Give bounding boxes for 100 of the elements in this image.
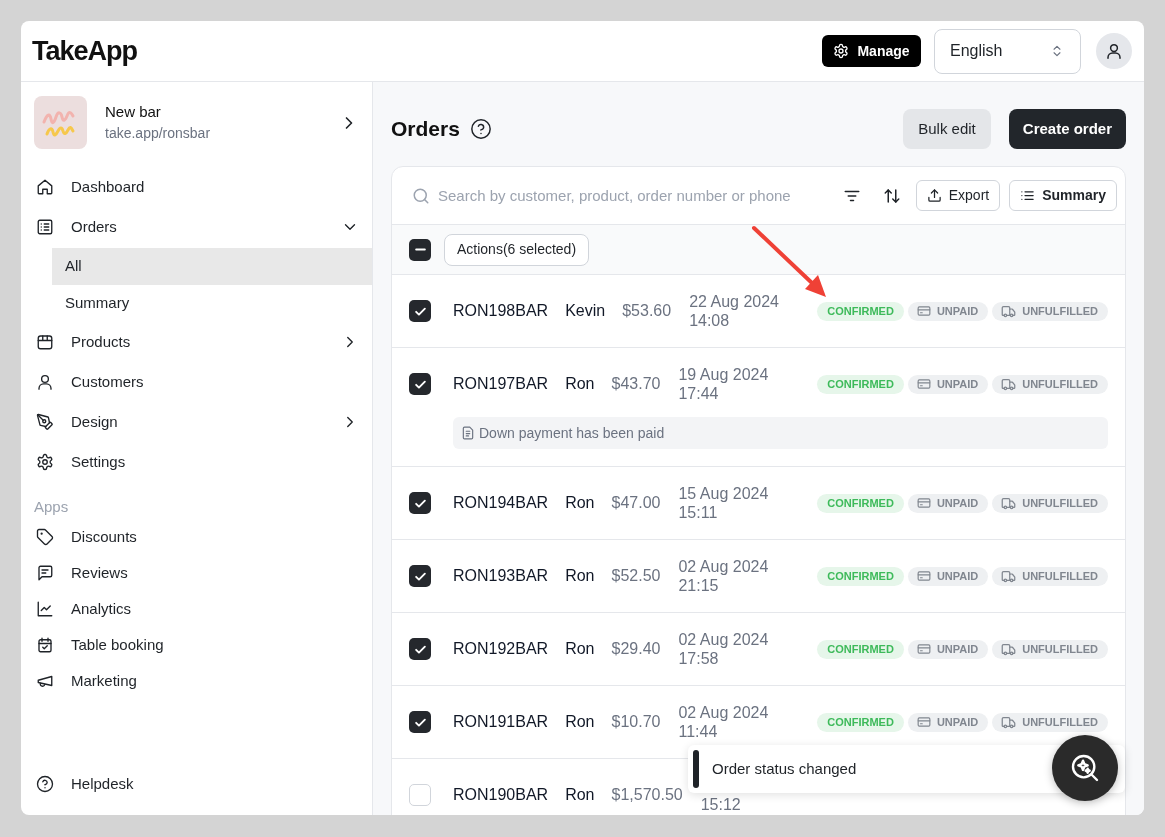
truck-icon — [1001, 303, 1017, 319]
nav-item[interactable]: Discounts — [21, 519, 372, 555]
order-date: 02 Aug 2024 21:15 — [678, 557, 769, 595]
order-status-badge: CONFIRMED — [817, 493, 904, 513]
payment-status-label: UNPAID — [936, 495, 979, 511]
order-number: RON198BAR — [453, 301, 549, 321]
customer-name: Ron — [565, 493, 595, 513]
order-number: RON190BAR — [453, 785, 549, 805]
customer-name: Ron — [565, 712, 595, 732]
nav-item[interactable]: Marketing — [21, 663, 372, 699]
fulfillment-status-label: UNFULFILLED — [1022, 714, 1098, 730]
primary-button[interactable]: Create order — [1008, 109, 1126, 149]
order-total: $52.50 — [611, 566, 661, 586]
order-status-badge: CONFIRMED — [817, 301, 904, 321]
payment-status-label: UNPAID — [936, 376, 979, 392]
order-status-badge: CONFIRMED — [817, 374, 904, 394]
payment-status-label: UNPAID — [936, 714, 979, 730]
toolbar-button[interactable]: Export — [915, 180, 1001, 211]
checkbox[interactable] — [409, 638, 431, 660]
pen-icon — [36, 413, 54, 431]
section-heading: Apps — [33, 497, 70, 517]
nav-item[interactable]: Dashboard — [21, 167, 372, 207]
checkbox[interactable] — [409, 300, 431, 322]
order-date: 15 Aug 2024 15:11 — [678, 484, 769, 522]
help-icon — [36, 775, 54, 793]
checkbox[interactable] — [409, 492, 431, 514]
checkbox[interactable] — [409, 784, 431, 806]
nav-item[interactable]: Products — [21, 322, 372, 362]
order-note-text: Down payment has been paid — [479, 423, 665, 443]
search-field[interactable]: Search by customer, product, order number or phone — [438, 180, 833, 211]
help-icon[interactable] — [469, 118, 492, 140]
credit-card-icon — [916, 642, 931, 656]
settings-icon — [833, 43, 850, 59]
nav-item[interactable]: Reviews — [21, 555, 372, 591]
order-number: RON191BAR — [453, 712, 549, 732]
document-icon — [461, 426, 475, 440]
checkbox[interactable] — [409, 565, 431, 587]
select-all-checkbox[interactable] — [409, 238, 431, 261]
fulfillment-status-label: UNFULFILLED — [1022, 495, 1098, 511]
payment-status-label: UNPAID — [936, 568, 979, 584]
nav-item[interactable]: Table booking — [21, 627, 372, 663]
store-name: New bar — [105, 102, 162, 122]
actions-button[interactable]: Actions(6 selected) — [444, 233, 590, 266]
checkbox[interactable] — [409, 373, 431, 395]
toast-message: Order status changed — [712, 758, 857, 779]
fulfillment-status-label: UNFULFILLED — [1022, 303, 1098, 319]
line-chart-icon — [36, 600, 54, 618]
order-total: $53.60 — [622, 301, 672, 321]
credit-card-icon — [916, 496, 931, 510]
truck-icon — [1001, 495, 1017, 511]
order-number: RON193BAR — [453, 566, 549, 586]
nav-item[interactable]: Settings — [21, 442, 372, 482]
payment-status-label: UNPAID — [936, 303, 979, 319]
order-total: $43.70 — [611, 374, 661, 394]
chat-icon — [36, 564, 54, 582]
customer-name: Ron — [565, 639, 595, 659]
credit-card-icon — [916, 569, 931, 583]
truck-icon — [1001, 568, 1017, 584]
manage-button[interactable]: Manage — [822, 35, 921, 67]
upload-icon — [926, 188, 942, 203]
app-logo: TakeApp — [32, 34, 138, 68]
truck-icon — [1001, 714, 1017, 730]
credit-card-icon — [916, 304, 931, 318]
store-logo-icon — [34, 96, 87, 149]
nav-subitem[interactable]: Summary — [52, 285, 372, 322]
settings-icon — [36, 453, 54, 471]
toolbar-button[interactable]: Summary — [1009, 180, 1117, 211]
calendar-icon — [36, 636, 54, 654]
tag-icon — [36, 528, 54, 546]
sort-icon[interactable] — [882, 186, 901, 205]
page-title: Orders — [391, 116, 460, 143]
search-icon — [412, 186, 430, 205]
customer-name: Kevin — [565, 301, 606, 321]
nav-item[interactable]: Design — [21, 402, 372, 442]
store-url: take.app/ronsbar — [105, 124, 211, 143]
nav-item[interactable]: Customers — [21, 362, 372, 402]
secondary-button[interactable]: Bulk edit — [903, 109, 991, 149]
order-total: $10.70 — [611, 712, 661, 732]
order-date: 15:12 — [700, 795, 741, 814]
order-date: 02 Aug 2024 11:44 — [678, 703, 769, 741]
avatar-icon[interactable] — [1096, 33, 1132, 69]
customer-name: Ron — [565, 785, 595, 805]
nav-item[interactable]: Analytics — [21, 591, 372, 627]
order-total: $1,570.50 — [611, 785, 683, 805]
helpdesk-link[interactable]: Helpdesk — [21, 764, 372, 804]
order-date: 02 Aug 2024 17:58 — [678, 630, 769, 668]
box-icon — [36, 333, 54, 351]
fulfillment-status-label: UNFULFILLED — [1022, 568, 1098, 584]
order-total: $47.00 — [611, 493, 661, 513]
nav-subitem[interactable]: All — [52, 248, 372, 285]
language-select[interactable]: English — [934, 28, 1081, 74]
fulfillment-status-label: UNFULFILLED — [1022, 376, 1098, 392]
list-icon — [36, 218, 54, 236]
checkbox[interactable] — [409, 711, 431, 733]
order-number: RON194BAR — [453, 493, 549, 513]
order-status-badge: CONFIRMED — [817, 639, 904, 659]
customer-name: Ron — [565, 566, 595, 586]
nav-item[interactable]: Orders — [21, 207, 372, 247]
truck-icon — [1001, 376, 1017, 392]
credit-card-icon — [916, 377, 931, 391]
